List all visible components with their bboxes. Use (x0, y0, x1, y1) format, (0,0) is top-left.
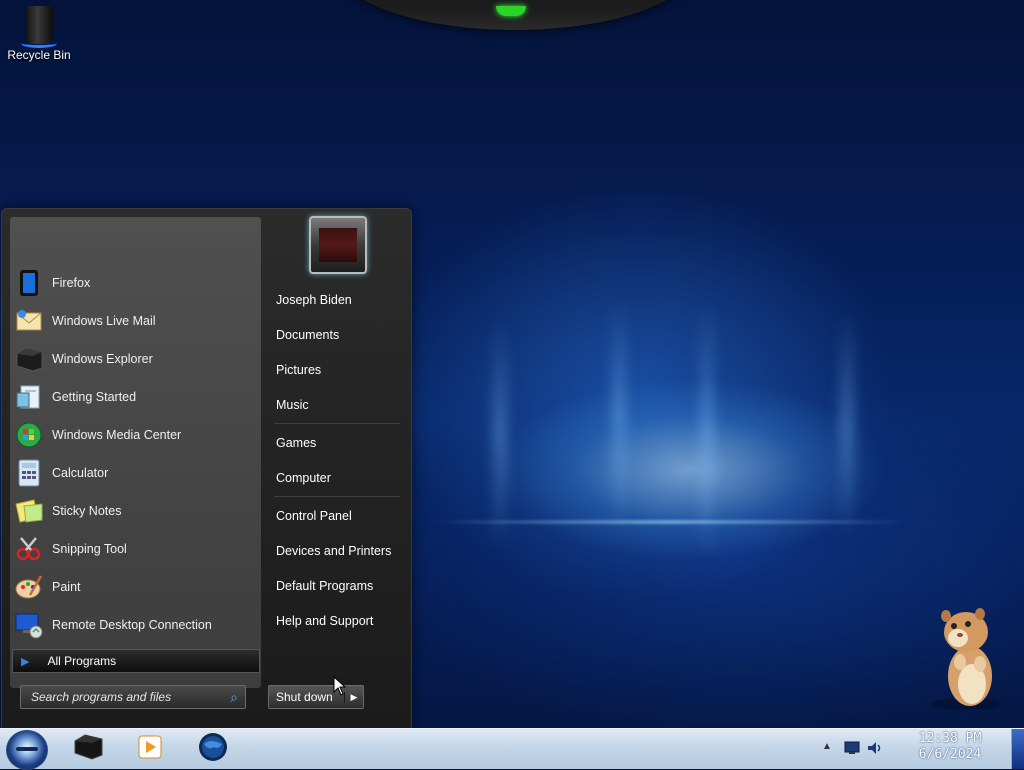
desktop-icon-recycle-bin[interactable]: Recycle Bin (4, 6, 74, 62)
volume-icon[interactable] (867, 741, 883, 755)
show-desktop-button[interactable] (1011, 729, 1024, 769)
right-item-control-panel[interactable]: Control Panel (276, 509, 406, 523)
right-item-music[interactable]: Music (276, 398, 406, 412)
program-item-sticky-notes[interactable]: Sticky Notes (14, 493, 254, 529)
program-label: Windows Explorer (52, 352, 153, 366)
show-hidden-icons-button[interactable]: ▲ (822, 741, 832, 752)
paint-icon (14, 572, 44, 602)
program-item-snipping-tool[interactable]: Snipping Tool (14, 531, 254, 567)
media-player-icon (137, 734, 163, 765)
program-label: Calculator (52, 466, 109, 480)
right-item-help-and-support[interactable]: Help and Support (276, 614, 406, 628)
clock-date: 6/6/2024 (918, 747, 982, 762)
system-clock[interactable]: 12:38 PM 6/6/2024 (900, 731, 1000, 763)
program-item-windows-live-mail[interactable]: Windows Live Mail (14, 303, 254, 339)
firefox-icon (14, 268, 44, 298)
recycle-bin-icon (21, 6, 57, 48)
hamster-gadget[interactable] (928, 604, 1008, 712)
all-programs-label: All Programs (47, 654, 117, 668)
program-item-getting-started[interactable]: Getting Started (14, 379, 254, 415)
taskbar-pinned-explorer[interactable] (72, 733, 104, 765)
calculator-icon (14, 458, 44, 488)
globe-icon (198, 732, 228, 767)
program-label: Firefox (52, 276, 91, 290)
wallpaper-light-streak (612, 300, 626, 530)
status-led (496, 6, 526, 16)
start-button[interactable] (6, 730, 48, 770)
program-item-calculator[interactable]: Calculator (14, 455, 254, 491)
shutdown-button[interactable]: Shut down ▶ (268, 685, 364, 709)
program-label: Snipping Tool (52, 542, 127, 556)
menu-separator (274, 423, 400, 424)
all-programs-button[interactable]: ▶ All Programs (12, 649, 260, 673)
program-item-firefox[interactable]: Firefox (14, 265, 254, 301)
search-input[interactable] (21, 689, 223, 705)
program-list: Firefox Windows Live Mail Windows Explor… (10, 217, 261, 688)
media-center-icon (14, 420, 44, 450)
program-label: Remote Desktop Connection (52, 618, 212, 632)
program-label: Paint (52, 580, 81, 594)
desktop-icon-label: Recycle Bin (7, 48, 71, 62)
program-item-windows-media-center[interactable]: Windows Media Center (14, 417, 254, 453)
user-picture[interactable] (309, 216, 367, 274)
program-label: Getting Started (52, 390, 137, 404)
scissors-icon (14, 534, 44, 564)
wallpaper-horizon-glow (430, 520, 910, 524)
sticky-notes-icon (14, 496, 44, 526)
mail-icon (14, 306, 44, 336)
taskbar: ▲ 12:38 PM 6/6/2024 (0, 728, 1024, 770)
right-item-computer[interactable]: Computer (276, 471, 406, 485)
start-menu: Firefox Windows Live Mail Windows Explor… (1, 208, 412, 730)
triangle-right-icon: ▶ (21, 655, 30, 668)
right-item-games[interactable]: Games (276, 436, 406, 450)
folder-icon (14, 344, 44, 374)
taskbar-pinned-media-player[interactable] (134, 734, 166, 764)
top-gadget (330, 0, 700, 30)
getting-started-icon (14, 382, 44, 412)
search-icon[interactable]: ⌕ (223, 689, 245, 706)
right-item-devices-and-printers[interactable]: Devices and Printers (276, 544, 406, 558)
wallpaper-light-streak (493, 320, 507, 550)
right-item-default-programs[interactable]: Default Programs (276, 579, 406, 593)
network-icon[interactable] (844, 741, 860, 755)
program-label: Sticky Notes (52, 504, 122, 518)
menu-separator (274, 496, 400, 497)
clock-time: 12:38 PM (918, 731, 982, 746)
remote-desktop-icon (14, 610, 44, 640)
program-label: Windows Live Mail (52, 314, 156, 328)
program-label: Windows Media Center (52, 428, 182, 442)
explorer-icon (73, 733, 103, 765)
wallpaper-light-streak (840, 310, 854, 540)
search-box[interactable]: ⌕ (20, 685, 246, 709)
program-item-paint[interactable]: Paint (14, 569, 254, 605)
right-item-documents[interactable]: Documents (276, 328, 406, 342)
right-item-pictures[interactable]: Pictures (276, 363, 406, 377)
right-item-user-folder[interactable]: Joseph Biden (276, 293, 406, 307)
taskbar-pinned-globe[interactable] (197, 732, 229, 767)
program-item-remote-desktop-connection[interactable]: Remote Desktop Connection (14, 607, 254, 643)
program-item-windows-explorer[interactable]: Windows Explorer (14, 341, 254, 377)
